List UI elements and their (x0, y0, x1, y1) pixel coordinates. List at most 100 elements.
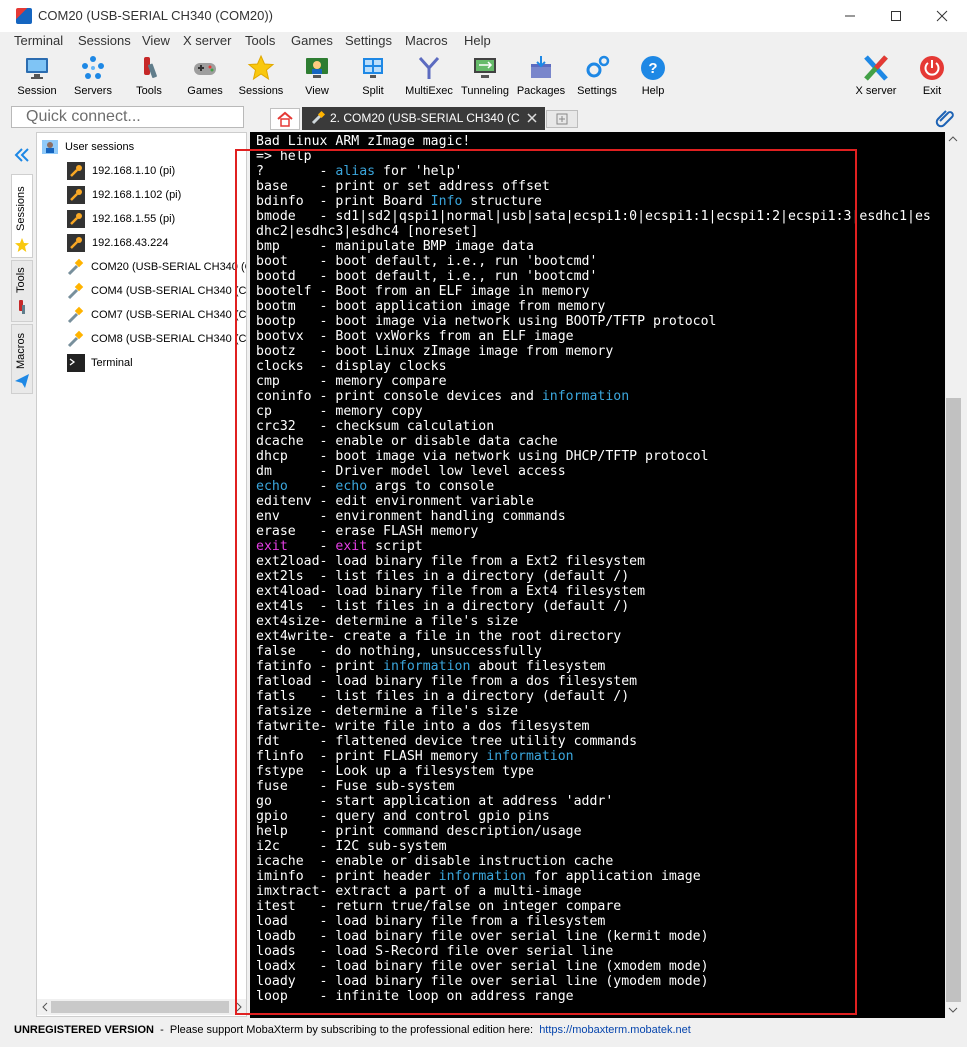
mobaxterm-logo-icon (16, 8, 32, 24)
session-item-serial[interactable]: COM4 (USB-SERIAL CH340 (CO (37, 279, 246, 303)
quick-connect-input[interactable]: Quick connect... (11, 106, 244, 128)
terminal-icon (67, 354, 85, 372)
unregistered-label: UNREGISTERED VERSION (14, 1024, 154, 1036)
help-button[interactable]: ? Help (625, 52, 681, 100)
serial-plug-icon (311, 110, 326, 125)
games-button[interactable]: Games (177, 52, 233, 100)
maximize-button[interactable] (873, 0, 919, 32)
tab-sessions-side[interactable]: Sessions (11, 174, 33, 258)
power-icon (920, 56, 944, 80)
sessions-button[interactable]: Sessions (233, 52, 289, 100)
status-bar: UNREGISTERED VERSION - Please support Mo… (0, 1019, 967, 1047)
tab-com20-label: 2. COM20 (USB-SERIAL CH340 (C (330, 111, 520, 125)
xserver-button[interactable]: X server (848, 52, 904, 100)
tools-icon (144, 57, 157, 78)
scroll-up-icon (948, 136, 958, 142)
servers-button[interactable]: Servers (65, 52, 121, 100)
tunneling-label: Tunneling (461, 85, 509, 97)
servers-label: Servers (74, 85, 112, 97)
servers-icon (82, 56, 104, 79)
tab-tools-side[interactable]: Tools (11, 260, 33, 322)
user-sessions-icon (42, 140, 58, 154)
session-item-label: 192.168.43.224 (92, 237, 169, 249)
star-icon (15, 238, 29, 252)
tab-macros-side[interactable]: Macros (11, 324, 33, 394)
support-text: - Please support MobaXterm by subscribin… (153, 1024, 540, 1036)
plus-icon (556, 113, 568, 125)
tools-label: Tools (136, 85, 162, 97)
session-item-ssh[interactable]: 192.168.1.102 (pi) (37, 183, 246, 207)
session-item-label: 192.168.1.102 (pi) (92, 189, 182, 201)
session-item-terminal[interactable]: Terminal (37, 351, 246, 375)
serial-plug-icon (67, 330, 84, 348)
new-tab-button[interactable] (546, 110, 578, 128)
view-button[interactable]: View (289, 52, 345, 100)
session-item-ssh[interactable]: 192.168.43.224 (37, 231, 246, 255)
help-label: Help (641, 85, 665, 97)
session-item-ssh[interactable]: 192.168.1.10 (pi) (37, 159, 246, 183)
scroll-down-icon (948, 1007, 958, 1013)
attachment-icon[interactable] (934, 107, 956, 129)
ssh-key-icon (67, 162, 85, 180)
split-icon (363, 58, 383, 78)
tunneling-button[interactable]: Tunneling (457, 52, 513, 100)
vertical-scroll-thumb[interactable] (946, 398, 961, 1002)
mobatek-link[interactable]: https://mobaxterm.mobatek.net (539, 1024, 691, 1036)
tools-button[interactable]: Tools (121, 52, 177, 100)
games-label: Games (187, 85, 223, 97)
menu-bar: Terminal Sessions View X server Tools Ga… (0, 32, 967, 52)
view-icon (306, 58, 328, 78)
session-item-label: 192.168.1.55 (pi) (92, 213, 176, 225)
home-icon (277, 111, 293, 127)
packages-icon (531, 56, 551, 78)
multiexec-icon (418, 56, 440, 79)
star-icon (247, 54, 275, 81)
menu-help[interactable]: Help (464, 33, 491, 48)
menu-games[interactable]: Games (291, 33, 333, 48)
session-item-serial[interactable]: COM8 (USB-SERIAL CH340 (CO (37, 327, 246, 351)
multiexec-label: MultiExec (405, 85, 453, 97)
menu-settings[interactable]: Settings (345, 33, 392, 48)
tab-com20[interactable]: 2. COM20 (USB-SERIAL CH340 (C (302, 107, 545, 130)
horizontal-scroll-thumb[interactable] (51, 1001, 229, 1013)
close-icon (936, 10, 948, 22)
collapse-double-chevron-icon[interactable] (13, 146, 31, 164)
menu-xserver[interactable]: X server (183, 33, 231, 48)
session-item-serial[interactable]: COM20 (USB-SERIAL CH340 (C (37, 255, 246, 279)
ssh-key-icon (67, 234, 85, 252)
home-tab[interactable] (270, 108, 300, 130)
session-button[interactable]: Session (9, 52, 65, 100)
gear-icon (586, 55, 610, 78)
sessions-root-label: User sessions (65, 141, 135, 153)
session-item-label: COM4 (USB-SERIAL CH340 (CO (91, 285, 246, 297)
gamepad-icon (194, 63, 216, 75)
minimize-button[interactable] (827, 0, 873, 32)
menu-macros[interactable]: Macros (405, 33, 448, 48)
menu-terminal[interactable]: Terminal (14, 33, 63, 48)
settings-button[interactable]: Settings (569, 52, 625, 100)
packages-button[interactable]: Packages (513, 52, 569, 100)
menu-sessions[interactable]: Sessions (78, 33, 131, 48)
session-item-label: 192.168.1.10 (pi) (92, 165, 176, 177)
tunneling-icon (474, 58, 496, 78)
session-item-ssh[interactable]: 192.168.1.55 (pi) (37, 207, 246, 231)
split-button[interactable]: Split (345, 52, 401, 100)
close-button[interactable] (919, 0, 965, 32)
session-item-serial[interactable]: COM7 (USB-SERIAL CH340 (CO (37, 303, 246, 327)
ssh-key-icon (67, 210, 85, 228)
exit-button[interactable]: Exit (904, 52, 960, 100)
sessions-root[interactable]: User sessions (37, 135, 246, 159)
terminal-output[interactable]: Bad Linux ARM zImage magic! => help ? - … (250, 132, 945, 1018)
scroll-right-icon (236, 1002, 242, 1012)
serial-plug-icon (67, 306, 84, 324)
tab-close-icon[interactable] (526, 112, 538, 124)
xserver-icon (864, 55, 888, 81)
sessions-horizontal-scrollbar[interactable] (37, 999, 246, 1015)
xserver-label: X server (855, 85, 897, 97)
menu-tools[interactable]: Tools (245, 33, 275, 48)
multiexec-button[interactable]: MultiExec (401, 52, 457, 100)
toolbar: Session Servers Tools Games Sessions Vie… (0, 52, 967, 102)
serial-plug-icon (67, 258, 84, 276)
ssh-key-icon (67, 186, 85, 204)
menu-view[interactable]: View (142, 33, 170, 48)
